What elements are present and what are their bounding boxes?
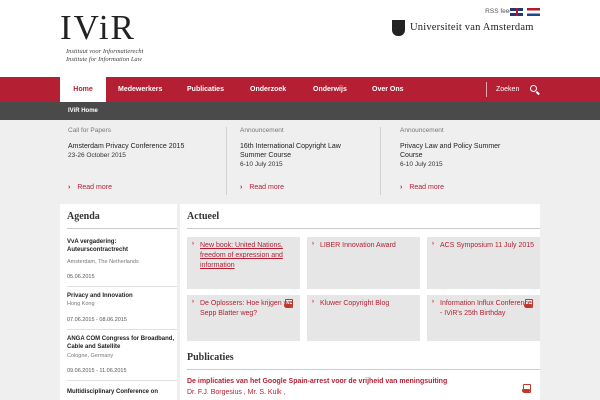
nav-item-onderzoek[interactable]: Onderzoek	[250, 77, 286, 102]
actueel-heading: Actueel	[187, 211, 220, 222]
news-card-link[interactable]: Information Influx Conference - IViR's 2…	[440, 299, 535, 319]
agenda-item-date: 07.06.2015 - 08.06.2015	[67, 317, 127, 323]
logo-wordmark: IViR	[60, 8, 136, 47]
agenda-item-title[interactable]: Privacy and Innovation	[67, 292, 175, 300]
announcement-3: Announcement Privacy Law and Policy Summ…	[400, 127, 515, 169]
news-card[interactable]: › LIBER Innovation Award	[307, 237, 420, 289]
chevron-right-icon: ›	[68, 184, 71, 191]
announcement-kind: Announcement	[240, 127, 284, 134]
news-card-link[interactable]: Kluwer Copyright Blog	[320, 299, 415, 309]
agenda-item-title[interactable]: VvA vergadering: Auteurscontractrecht	[67, 238, 175, 254]
main-nav: Home Medewerkers Publicaties Onderzoek O…	[0, 77, 600, 102]
site-header: IViR Instituut voor Informatierecht Inst…	[0, 0, 600, 77]
agenda-item-date: 09.06.2015 - 11.06.2015	[67, 368, 127, 374]
nav-item-onderwijs[interactable]: Onderwijs	[313, 77, 347, 102]
dutch-flag-icon[interactable]	[527, 8, 540, 16]
chevron-right-icon: ›	[240, 184, 243, 191]
rss-feed-link[interactable]: RSS feed	[485, 8, 513, 15]
divider	[67, 286, 177, 287]
announcement-title[interactable]: Amsterdam Privacy Conference 2015	[68, 142, 218, 151]
announcement-kind: Call for Papers	[68, 127, 111, 134]
breadcrumb[interactable]: IViR Home	[68, 102, 98, 120]
announcement-title[interactable]: 16th International Copyright Law Summer …	[240, 142, 360, 160]
chevron-right-icon: ›	[192, 299, 194, 305]
nav-item-over-ons[interactable]: Over Ons	[372, 77, 404, 102]
agenda-panel: Agenda VvA vergadering: Auteurscontractr…	[60, 204, 177, 400]
logo-tagline-nl: Instituut voor Informatierecht	[66, 48, 144, 55]
news-card-link[interactable]: New book: United Nations, freedom of exp…	[200, 241, 295, 271]
announcement-1: Call for Papers Amsterdam Privacy Confer…	[68, 127, 218, 160]
university-name[interactable]: Universiteit van Amsterdam	[410, 22, 534, 33]
divider	[187, 228, 540, 229]
chevron-right-icon: ›	[400, 184, 403, 191]
pdf-icon[interactable]	[284, 299, 293, 308]
pdf-icon[interactable]	[522, 384, 531, 393]
agenda-item-title[interactable]: Multidisciplinary Conference on	[67, 388, 175, 396]
news-card[interactable]: › New book: United Nations, freedom of e…	[187, 237, 300, 289]
search-link[interactable]: Zoeken	[496, 77, 519, 102]
read-more-label: Read more	[77, 184, 112, 191]
divider	[67, 228, 177, 229]
publicaties-heading: Publicaties	[187, 352, 234, 363]
content-panel: Actueel › New book: United Nations, free…	[180, 204, 540, 400]
agenda-item-location: Cologne, Germany	[67, 353, 114, 359]
news-card[interactable]: › ACS Symposium 11 July 2015	[427, 237, 540, 289]
announcement-divider	[380, 127, 381, 195]
divider	[67, 329, 177, 330]
agenda-heading: Agenda	[67, 211, 100, 222]
announcement-2: Announcement 16th International Copyrigh…	[240, 127, 360, 169]
ivir-logo[interactable]: IViR Instituut voor Informatierecht Inst…	[60, 8, 175, 70]
news-card-link[interactable]: ACS Symposium 11 July 2015	[440, 241, 535, 251]
announcement-date: 6-10 July 2015	[400, 161, 443, 168]
chevron-right-icon: ›	[312, 299, 314, 305]
agenda-item-date: 05.06.2015	[67, 274, 95, 280]
read-more-link[interactable]: › Read more	[68, 184, 112, 191]
news-card[interactable]: › Kluwer Copyright Blog	[307, 295, 420, 341]
chevron-right-icon: ›	[432, 299, 434, 305]
announcement-kind: Announcement	[400, 127, 444, 134]
read-more-link[interactable]: › Read more	[240, 184, 284, 191]
pdf-icon[interactable]	[524, 299, 533, 308]
logo-tagline: Instituut voor Informatierecht Institute…	[66, 48, 143, 64]
nav-item-publicaties[interactable]: Publicaties	[187, 77, 224, 102]
read-more-link[interactable]: › Read more	[400, 184, 444, 191]
search-icon[interactable]	[530, 85, 537, 92]
read-more-label: Read more	[409, 184, 444, 191]
nav-divider	[486, 82, 487, 97]
divider	[67, 380, 177, 381]
announcement-date: 6-10 July 2015	[240, 161, 283, 168]
chevron-right-icon: ›	[312, 241, 314, 247]
divider	[187, 369, 540, 370]
read-more-label: Read more	[249, 184, 284, 191]
announcement-date: 23-26 October 2015	[68, 152, 126, 159]
uva-shield-icon[interactable]	[392, 20, 405, 36]
agenda-item-location: Amsterdam, The Netherlands	[67, 259, 139, 265]
chevron-right-icon: ›	[432, 241, 434, 247]
agenda-item-title[interactable]: ANGA COM Congress for Broadband, Cable a…	[67, 335, 175, 351]
news-card-link[interactable]: De Oplossers: Hoe krijgen we Sepp Blatte…	[200, 299, 295, 319]
publication-title[interactable]: De implicaties van het Google Spain-arre…	[187, 378, 447, 385]
nav-item-home[interactable]: Home	[60, 77, 106, 102]
breadcrumb-bar: IViR Home	[0, 102, 600, 120]
logo-tagline-en: Institute for Information Law	[66, 56, 143, 63]
announcement-divider	[226, 127, 227, 195]
chevron-right-icon: ›	[192, 241, 194, 247]
news-card-link[interactable]: LIBER Innovation Award	[320, 241, 415, 251]
publication-authors[interactable]: Dr. F.J. Borgesius , Mr. S. Kulk ,	[187, 389, 285, 396]
announcement-title[interactable]: Privacy Law and Policy Summer Course	[400, 142, 515, 160]
english-flag-icon[interactable]	[510, 8, 523, 16]
agenda-item-location: Hong Kong	[67, 301, 95, 307]
nav-item-medewerkers[interactable]: Medewerkers	[118, 77, 162, 102]
